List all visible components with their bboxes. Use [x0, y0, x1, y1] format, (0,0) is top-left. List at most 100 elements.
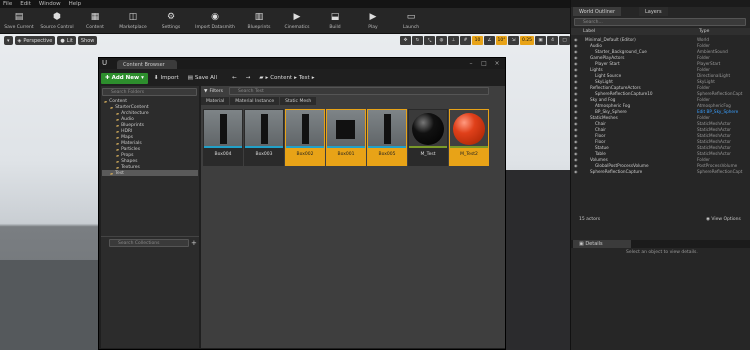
asset-tile[interactable]: M_Test2 — [449, 109, 489, 166]
visibility-eye-icon[interactable]: ◉ — [574, 67, 578, 72]
world-space-icon[interactable]: ◍ — [436, 36, 447, 45]
viewport-options-button[interactable]: ▾ — [4, 36, 13, 45]
scale-snap-icon[interactable]: ⇲ — [508, 36, 519, 45]
asset-tile[interactable]: Box002 — [285, 109, 325, 166]
asset-tile[interactable]: Box005 — [367, 109, 407, 166]
visibility-eye-icon[interactable]: ◉ — [574, 43, 578, 48]
marketplace-button[interactable]: ◫ Marketplace — [114, 9, 152, 34]
asset-tile[interactable]: Box003 — [244, 109, 284, 166]
filters-button[interactable]: ▼ Filters — [201, 87, 226, 95]
rotation-snap-icon[interactable]: ∠ — [484, 36, 495, 45]
source-control-button[interactable]: ⬢ Source Control — [38, 9, 76, 34]
content-browser-tab[interactable]: Content Browser — [117, 60, 177, 69]
outliner-row-type: DirectionalLight — [697, 72, 731, 78]
visibility-eye-icon[interactable]: ◉ — [574, 97, 578, 102]
filter-tab-static-mesh[interactable]: Static Mesh — [280, 97, 317, 105]
visibility-eye-icon[interactable]: ◉ — [574, 109, 578, 114]
outliner-row[interactable]: ◉ SphereReflectionCapture SphereReflection… — [571, 168, 750, 174]
visibility-eye-icon[interactable]: ◉ — [574, 85, 578, 90]
menu-help[interactable]: Help — [69, 1, 82, 7]
outliner-row-type[interactable]: Edit BP_Sky_Sphere — [697, 109, 738, 114]
layers-tab[interactable]: Layers — [639, 7, 668, 16]
breadcrumb-content[interactable]: Content — [270, 75, 292, 81]
visibility-eye-icon[interactable]: ◉ — [574, 169, 578, 174]
cinematics-button[interactable]: ▶ Cinematics — [278, 9, 316, 34]
filter-tab-material[interactable]: Material — [201, 97, 230, 105]
add-collection-icon[interactable]: + — [191, 239, 197, 247]
menu-file[interactable]: File — [3, 1, 12, 7]
asset-tile[interactable]: Box004 — [203, 109, 243, 166]
grid-snap-value[interactable]: 10 — [472, 36, 483, 45]
maximize-icon[interactable]: □ — [478, 59, 490, 67]
scale-snap-value[interactable]: 0.25 — [520, 36, 534, 45]
add-new-button[interactable]: ✚ Add New ▾ — [101, 72, 148, 84]
forward-button[interactable]: → — [243, 73, 254, 84]
details-tab[interactable]: ▣ Details — [573, 240, 631, 248]
rotation-snap-value[interactable]: 10° — [496, 36, 507, 45]
asset-tile[interactable]: Box001 — [326, 109, 366, 166]
mesh-preview-icon — [302, 114, 309, 144]
content-button[interactable]: ▦ Content — [76, 9, 114, 34]
lit-button[interactable]: ● Lit — [57, 36, 76, 45]
view-options-button[interactable]: ◉ View Options — [706, 217, 741, 222]
grid-snap-icon[interactable]: # — [460, 36, 471, 45]
launch-button[interactable]: ▭ Launch — [392, 9, 430, 34]
world-outliner-tab[interactable]: World Outliner — [573, 7, 622, 16]
visibility-eye-icon[interactable]: ◉ — [574, 73, 578, 78]
visibility-eye-icon[interactable]: ◉ — [574, 127, 578, 132]
save-icon: ▤ — [14, 11, 24, 22]
outliner-row-type: StaticMeshActor — [697, 126, 732, 132]
save-current-button[interactable]: ▤ Save Current — [0, 9, 38, 34]
visibility-eye-icon[interactable]: ◉ — [574, 61, 578, 66]
settings-button[interactable]: ⚙ Settings — [152, 9, 190, 34]
play-button[interactable]: ▶ Play — [354, 9, 392, 34]
build-button[interactable]: ⬓ Build — [316, 9, 354, 34]
visibility-eye-icon[interactable]: ◉ — [574, 145, 578, 150]
visibility-eye-icon[interactable]: ◉ — [574, 151, 578, 156]
outliner-row-label: Starter_Background_Cue — [595, 48, 647, 54]
blueprints-button[interactable]: ▥ Blueprints — [240, 9, 278, 34]
folder-item[interactable]: ▰ Test — [102, 170, 198, 176]
col-label[interactable]: Label — [583, 29, 595, 34]
visibility-eye-icon[interactable]: ◉ — [574, 115, 578, 120]
visibility-eye-icon[interactable]: ◉ — [574, 121, 578, 126]
outliner-search-input[interactable]: Search... — [574, 18, 746, 26]
camera-speed-icon[interactable]: ▣ — [535, 36, 546, 45]
visibility-eye-icon[interactable]: ◉ — [574, 133, 578, 138]
minimize-icon[interactable]: – — [465, 59, 477, 67]
asset-tile[interactable]: M_Test — [408, 109, 448, 166]
visibility-eye-icon[interactable]: ◉ — [574, 139, 578, 144]
rotate-tool-icon[interactable]: ↻ — [412, 36, 423, 45]
show-button[interactable]: Show — [77, 36, 98, 45]
visibility-eye-icon[interactable]: ◉ — [574, 163, 578, 168]
filter-tab-material-instance[interactable]: Material Instance — [230, 97, 280, 105]
import-datasmith-button[interactable]: ◉ Import Datasmith — [190, 9, 240, 34]
translate-tool-icon[interactable]: ✥ — [400, 36, 411, 45]
visibility-eye-icon[interactable]: ◉ — [574, 103, 578, 108]
back-button[interactable]: ← — [229, 73, 240, 84]
import-button[interactable]: ⬇ Import — [151, 73, 182, 84]
perspective-button[interactable]: ◈ Perspective — [14, 36, 56, 45]
save-all-button[interactable]: ▤ Save All — [185, 73, 220, 84]
visibility-eye-icon[interactable]: ◉ — [574, 79, 578, 84]
col-type[interactable]: Type — [699, 29, 709, 34]
menu-window[interactable]: Window — [39, 1, 61, 7]
scale-tool-icon[interactable]: ⤡ — [424, 36, 435, 45]
close-icon[interactable]: × — [491, 59, 503, 67]
visibility-eye-icon[interactable]: ◉ — [574, 49, 578, 54]
breadcrumb-test[interactable]: Test — [299, 75, 310, 81]
search-assets-input[interactable]: Search Test — [228, 87, 489, 95]
menu-edit[interactable]: Edit — [20, 1, 31, 7]
search-collections-input[interactable]: Search Collections — [109, 239, 189, 247]
content-browser-titlebar[interactable]: U Content Browser – □ × — [99, 58, 505, 69]
visibility-eye-icon[interactable]: ◉ — [574, 157, 578, 162]
visibility-eye-icon[interactable]: ◉ — [574, 37, 578, 42]
surface-snap-icon[interactable]: ⊥ — [448, 36, 459, 45]
visibility-eye-icon[interactable]: ◉ — [574, 91, 578, 96]
maximize-viewport-icon[interactable]: □ — [559, 36, 570, 45]
asset-name: Box004 — [214, 152, 232, 157]
visibility-eye-icon[interactable]: ◉ — [574, 55, 578, 60]
blueprints-icon: ▥ — [254, 11, 264, 22]
camera-speed-value[interactable]: 4 — [547, 36, 558, 45]
search-folders-input[interactable]: Search Folders — [102, 88, 197, 96]
